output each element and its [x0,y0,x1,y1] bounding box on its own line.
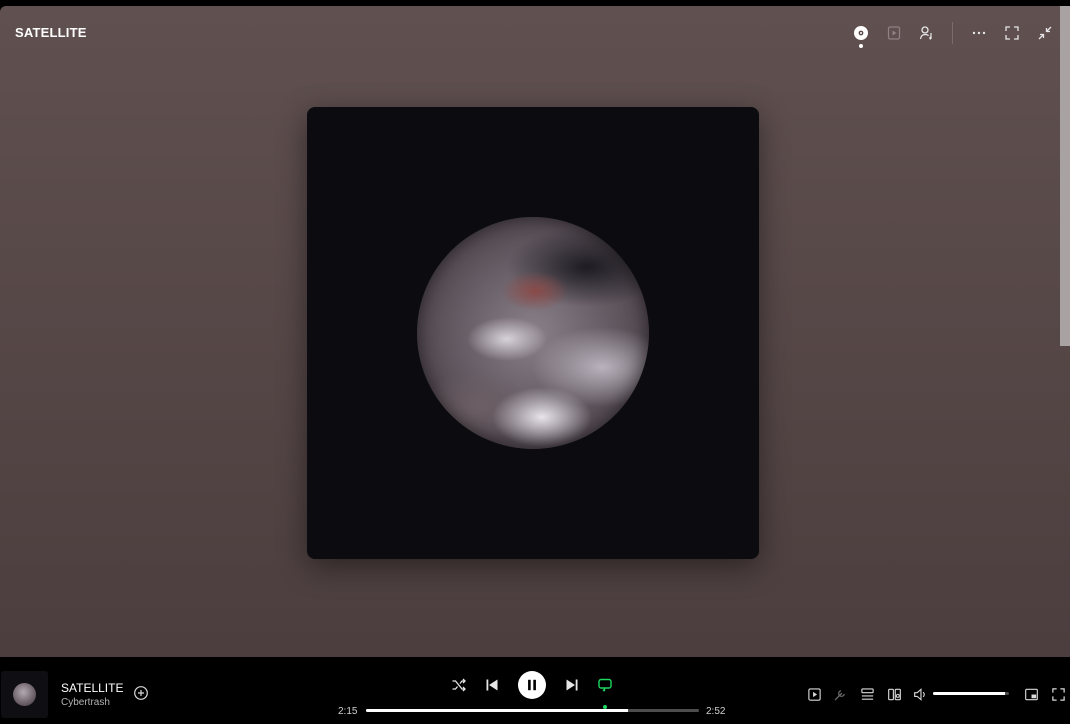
page-title: SATELLITE [15,25,87,40]
pause-button[interactable] [518,671,546,699]
add-to-library-icon[interactable] [133,685,149,701]
next-track-icon[interactable] [563,676,581,694]
scrollbar-thumb[interactable] [1060,6,1070,346]
toolbar-divider [952,22,953,44]
fullscreen-icon[interactable] [1001,22,1023,44]
full-screen-icon[interactable] [1049,685,1067,703]
thumbnail-orb [13,683,36,706]
pause-icon [528,679,536,691]
now-playing-view-icon[interactable] [850,22,872,48]
now-playing-bar: SATELLITE Cybertrash 2:15 2:52 [0,657,1070,724]
album-cover [307,107,759,559]
time-elapsed: 2:15 [338,706,358,717]
connect-device-icon[interactable] [885,685,903,703]
queue-icon[interactable] [858,685,876,703]
volume-icon[interactable] [911,685,929,703]
collapse-icon[interactable] [1034,22,1056,44]
track-artist[interactable]: Cybertrash [61,697,110,708]
now-playing-view-button-icon[interactable] [805,685,823,703]
now-playing-view: SATELLITE [0,6,1070,657]
more-options-icon[interactable] [968,22,990,44]
track-title[interactable]: SATELLITE [61,681,123,695]
volume-fill [933,692,1006,695]
time-total: 2:52 [706,706,726,717]
active-indicator [859,44,863,48]
top-toolbar [839,22,1056,48]
playback-controls [446,670,621,709]
previous-track-icon[interactable] [483,676,501,694]
connect-friends-icon[interactable] [916,22,938,44]
mini-player-icon[interactable] [1022,685,1040,703]
repeat-icon[interactable] [596,676,614,694]
queue-play-icon[interactable] [883,22,905,44]
progress-bar[interactable] [366,709,699,712]
shuffle-icon[interactable] [450,676,468,694]
volume-slider[interactable] [933,692,1009,695]
progress-fill [366,709,629,712]
lyrics-icon[interactable] [831,685,849,703]
track-thumbnail[interactable] [1,671,48,718]
album-art-orb [417,217,649,449]
